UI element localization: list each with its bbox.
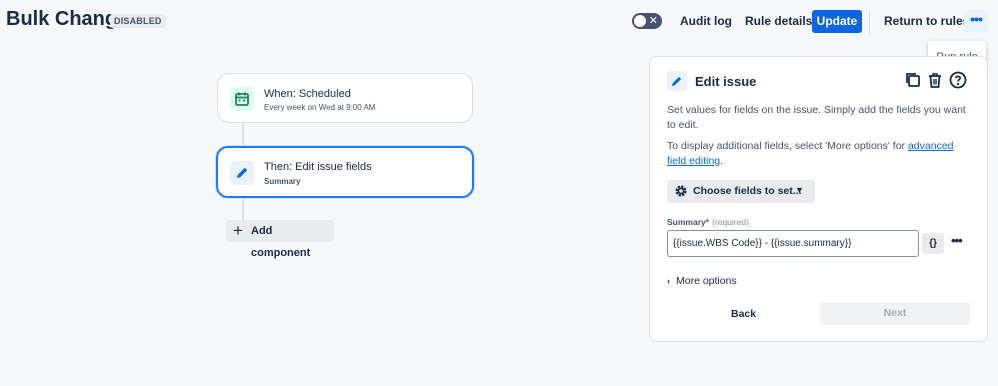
calendar-icon	[230, 87, 254, 111]
flow-connector	[242, 198, 244, 220]
action-title: Then: Edit issue fields	[264, 161, 372, 173]
copy-icon[interactable]	[904, 71, 922, 89]
panel-description: Set values for fields on the issue. Simp…	[667, 104, 966, 131]
ellipsis-icon: •••	[970, 11, 983, 27]
gear-icon	[674, 184, 688, 198]
required-asterisk: *	[705, 217, 710, 227]
update-button[interactable]: Update	[812, 10, 862, 33]
audit-log-button[interactable]: Audit log	[680, 10, 732, 32]
summary-input-value: {{issue.WBS Code}} - {{issue.summary}}	[673, 238, 852, 249]
back-button[interactable]: Back	[731, 308, 756, 320]
trigger-card[interactable]: When: Scheduled Every week on Wed at 9:0…	[217, 73, 473, 123]
action-subtitle: Summary	[264, 177, 301, 186]
trigger-subtitle: Every week on Wed at 9:00 AM	[264, 103, 376, 112]
pencil-icon	[667, 71, 687, 91]
action-card[interactable]: Then: Edit issue fields Summary	[216, 146, 474, 198]
chevron-down-icon: ▼	[795, 185, 804, 195]
summary-field-label: Summary* (required)	[667, 217, 749, 227]
summary-label-text: Summary	[667, 217, 706, 227]
panel-title: Edit issue	[695, 74, 757, 89]
choose-fields-label: Choose fields to set...	[693, 185, 802, 197]
smart-value-button[interactable]: {}	[922, 233, 944, 254]
status-badge: DISABLED	[110, 14, 166, 28]
more-info-suffix: .	[720, 155, 724, 167]
rule-enabled-toggle[interactable]: ✕	[632, 13, 662, 29]
choose-fields-dropdown[interactable]: Choose fields to set... ▼	[667, 180, 815, 203]
trigger-title: When: Scheduled	[264, 88, 351, 100]
add-component-button[interactable]: + Add component	[226, 220, 334, 259]
plus-icon: +	[233, 221, 243, 240]
header-bar: Bulk Change DISABLED ✕ Audit log Rule de…	[0, 0, 998, 44]
field-more-button[interactable]: •••	[951, 234, 963, 247]
more-options-toggle[interactable]: › More options	[667, 275, 737, 287]
more-info-text: To display additional fields, select 'Mo…	[667, 140, 908, 152]
panel-more-info: To display additional fields, select 'Mo…	[667, 139, 967, 169]
toggle-off-icon: ✕	[648, 15, 658, 27]
add-component-label: Add component	[251, 225, 311, 259]
summary-input[interactable]: {{issue.WBS Code}} - {{issue.summary}}	[667, 230, 919, 257]
flow-connector	[242, 123, 244, 147]
pencil-icon	[230, 161, 254, 185]
return-to-rules-button[interactable]: Return to rules	[884, 10, 969, 32]
trash-icon[interactable]	[926, 71, 944, 89]
more-options-label: More options	[676, 275, 737, 287]
more-actions-button[interactable]: •••	[964, 10, 988, 32]
header-divider	[869, 10, 870, 34]
edit-issue-panel: Edit issue Set values for fields on the …	[649, 56, 988, 342]
required-hint: (required)	[712, 217, 749, 227]
chevron-right-icon: ›	[667, 276, 670, 286]
help-icon[interactable]	[949, 71, 967, 89]
next-button[interactable]: Next	[820, 302, 970, 325]
toggle-knob	[634, 15, 646, 27]
rule-details-button[interactable]: Rule details	[745, 10, 812, 32]
